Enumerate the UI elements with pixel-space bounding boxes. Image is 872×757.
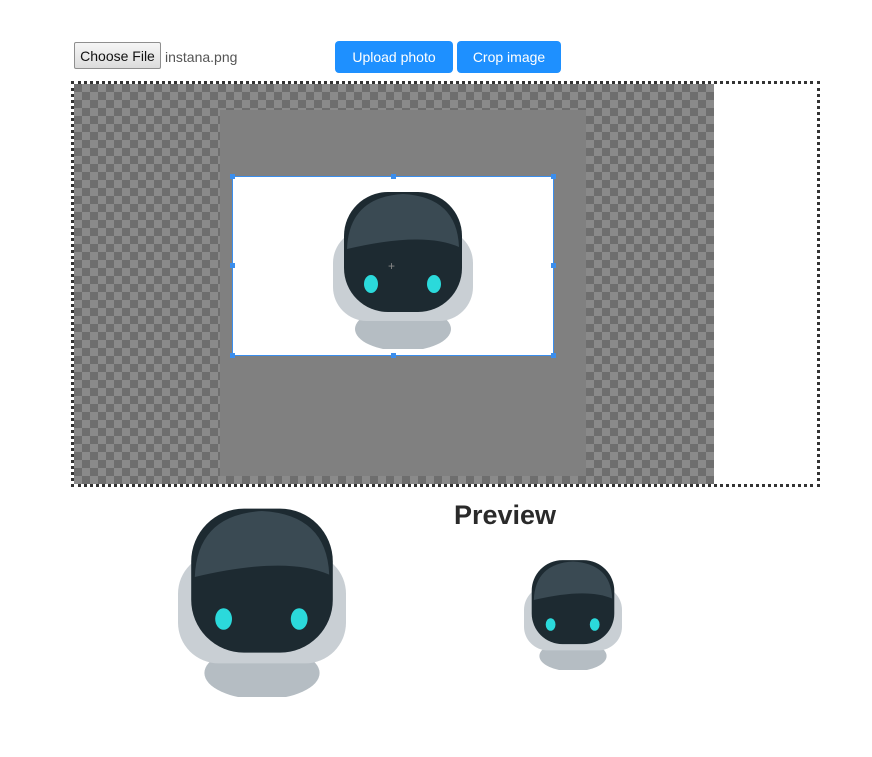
crop-center-mark: + (388, 259, 396, 273)
upload-photo-button[interactable]: Upload photo (335, 41, 453, 73)
resize-handle-bottom[interactable] (391, 353, 396, 358)
robot-avatar-icon (333, 192, 473, 349)
selected-file-name: instana.png (165, 49, 238, 65)
cropper-container: + (71, 81, 820, 487)
resize-handle-top-left[interactable] (230, 174, 235, 179)
resize-handle-top[interactable] (391, 174, 396, 179)
resize-handle-right[interactable] (551, 263, 556, 268)
choose-file-button[interactable]: Choose File (74, 42, 161, 69)
upload-toolbar: Choose File instana.png Upload photo Cro… (74, 41, 574, 73)
resize-handle-left[interactable] (230, 263, 235, 268)
preview-image (524, 560, 622, 670)
resize-handle-bottom-right[interactable] (551, 353, 556, 358)
cropped-result-image (178, 508, 346, 697)
preview-heading: Preview (453, 500, 557, 530)
resize-handle-top-right[interactable] (551, 174, 556, 179)
crop-image-button[interactable]: Crop image (457, 41, 561, 73)
resize-handle-bottom-left[interactable] (230, 353, 235, 358)
crop-selection-box[interactable]: + (230, 174, 556, 358)
